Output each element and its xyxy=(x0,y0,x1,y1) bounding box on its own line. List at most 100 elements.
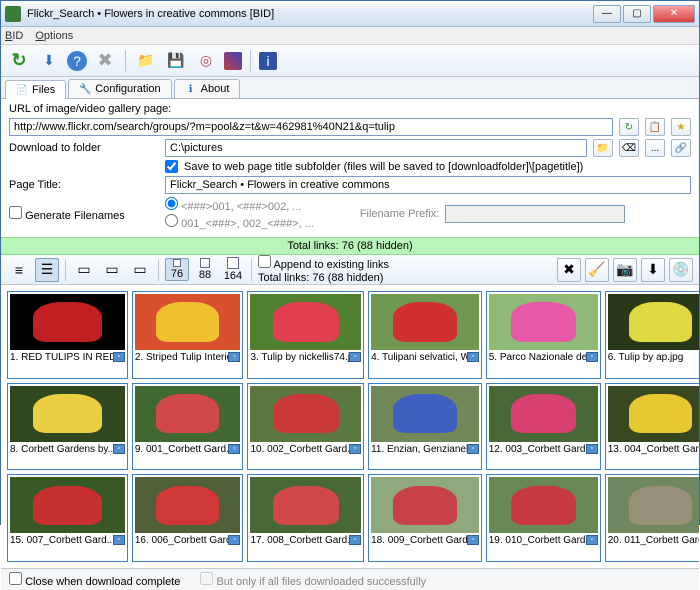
folder-button[interactable]: 📁 xyxy=(593,139,613,157)
thumbnail-caption: 4. Tulipani selvatici, W... xyxy=(371,352,479,363)
cancel-icon[interactable]: ✖ xyxy=(93,49,117,73)
go-button[interactable]: ↻ xyxy=(619,118,639,136)
clear-all-icon[interactable]: 🧹 xyxy=(585,258,609,282)
prefix-label: Filename Prefix: xyxy=(360,208,439,220)
thumbnail-item[interactable]: ▫19. 010_Corbett Gard... xyxy=(486,474,601,562)
total-links-bar: Total links: 76 (88 hidden) xyxy=(1,237,699,255)
thumbnail-caption: 16. 006_Corbett Gard... xyxy=(135,535,241,546)
type-badge-icon: ▫ xyxy=(586,535,598,545)
type-badge-icon: ▫ xyxy=(113,535,125,545)
about-icon: ℹ xyxy=(185,83,197,95)
tab-files[interactable]: 📄Files xyxy=(5,80,66,99)
generate-filenames-checkbox[interactable] xyxy=(9,206,22,219)
url-label: URL of image/video gallery page: xyxy=(9,103,171,115)
main-toolbar: ↻ ⬇ ? ✖ 📁 💾 ◎ i xyxy=(1,45,699,77)
close-when-complete-checkbox[interactable] xyxy=(9,572,22,585)
thumbnail-item[interactable]: ▫4. Tulipani selvatici, W... xyxy=(368,291,482,379)
type-badge-icon: ▫ xyxy=(467,444,479,454)
thumbnail-caption: 19. 010_Corbett Gard... xyxy=(489,535,598,546)
prefix-input[interactable] xyxy=(445,205,625,223)
thumbnail-item[interactable]: ▫20. 011_Corbett Gard... xyxy=(605,474,699,562)
thumbnail-item[interactable]: ▫3. Tulip by nickellis74.jpg xyxy=(247,291,364,379)
sort-desc-icon[interactable]: ▭ xyxy=(100,258,124,282)
type-badge-icon: ▫ xyxy=(467,535,479,545)
thumbnail-item[interactable]: ▫5. Parco Nazionale dei... xyxy=(486,291,601,379)
append-checkbox[interactable] xyxy=(258,255,271,268)
folder-icon[interactable]: 📁 xyxy=(134,49,158,73)
thumbnail-caption: 13. 004_Corbett Gard... xyxy=(608,444,699,455)
close-button[interactable]: ✕ xyxy=(653,5,695,23)
type-badge-icon: ▫ xyxy=(586,352,598,362)
clear-button[interactable]: ⌫ xyxy=(619,139,639,157)
pagetitle-label: Page Title: xyxy=(9,179,159,191)
thumbnail-item[interactable]: ▫6. Tulip by ap.jpg xyxy=(605,291,699,379)
thumbnail-item[interactable]: ▫2. Striped Tulip Interio... xyxy=(132,291,244,379)
pattern-radio-1[interactable] xyxy=(165,197,178,210)
history-button[interactable]: 📋 xyxy=(645,118,665,136)
tab-configuration[interactable]: 🔧Configuration xyxy=(68,79,171,98)
download-icon[interactable]: ⬇ xyxy=(37,49,61,73)
total-links-text: Total links: 76 (88 hidden) xyxy=(258,272,389,284)
thumbnail-item[interactable]: ▫8. Corbett Gardens by... xyxy=(7,383,128,471)
pattern-radio-2[interactable] xyxy=(165,214,178,227)
sort-none-icon[interactable]: ▭ xyxy=(128,258,152,282)
size-medium-button[interactable]: 88 xyxy=(193,258,217,281)
thumbnail-item[interactable]: ▫16. 006_Corbett Gard... xyxy=(132,474,244,562)
thumbnail-item[interactable]: ▫18. 009_Corbett Gard... xyxy=(368,474,482,562)
thumbnail-item[interactable]: ▫17. 008_Corbett Gard... xyxy=(247,474,364,562)
thumbnail-item[interactable]: ▫9. 001_Corbett Gard... xyxy=(132,383,244,471)
pagetitle-input[interactable] xyxy=(165,176,691,194)
subfolder-label: Save to web page title subfolder (files … xyxy=(184,161,583,173)
type-badge-icon: ▫ xyxy=(349,444,361,454)
thumbnail-item[interactable]: ▫15. 007_Corbett Gard... xyxy=(7,474,128,562)
delete-icon[interactable]: ✖ xyxy=(557,258,581,282)
grid-icon[interactable] xyxy=(224,52,242,70)
minimize-button[interactable]: — xyxy=(593,5,621,23)
thumbnail-gallery: ▫1. RED TULIPS IN RED...▫2. Striped Tuli… xyxy=(1,285,699,568)
thumbnail-caption: 20. 011_Corbett Gard... xyxy=(608,535,699,546)
info-icon[interactable]: i xyxy=(259,52,277,70)
url-input[interactable] xyxy=(9,118,613,136)
sort-asc-icon[interactable]: ▭ xyxy=(72,258,96,282)
thumbnail-caption: 11. Enzian, Genzianell... xyxy=(371,444,479,455)
form-panel: URL of image/video gallery page: ↻ 📋 ★ D… xyxy=(1,99,699,237)
download-folder-input[interactable] xyxy=(165,139,587,157)
view-list-icon[interactable]: ≡ xyxy=(7,258,31,282)
link-button[interactable]: 🔗 xyxy=(671,139,691,157)
tab-about[interactable]: ℹAbout xyxy=(174,79,241,98)
size-large-button[interactable]: 164 xyxy=(221,257,245,282)
size-small-button[interactable]: 76 xyxy=(165,258,189,281)
star-button[interactable]: ★ xyxy=(671,118,691,136)
type-badge-icon: ▫ xyxy=(228,352,240,362)
menu-bid[interactable]: BID xyxy=(5,30,23,42)
export-icon[interactable]: 💿 xyxy=(669,258,693,282)
browse-button[interactable]: ... xyxy=(645,139,665,157)
refresh-icon[interactable]: ↻ xyxy=(7,49,31,73)
thumbnail-caption: 18. 009_Corbett Gard... xyxy=(371,535,479,546)
subfolder-checkbox[interactable] xyxy=(165,160,178,173)
thumbnail-caption: 12. 003_Corbett Gard... xyxy=(489,444,598,455)
target-icon[interactable]: ◎ xyxy=(194,49,218,73)
type-badge-icon: ▫ xyxy=(113,444,125,454)
menubar: BID Options xyxy=(1,27,699,45)
thumbnail-caption: 17. 008_Corbett Gard... xyxy=(250,535,361,546)
thumbnail-caption: 5. Parco Nazionale dei... xyxy=(489,352,598,363)
help-icon[interactable]: ? xyxy=(67,51,87,71)
thumbnail-item[interactable]: ▫11. Enzian, Genzianell... xyxy=(368,383,482,471)
window-title: Flickr_Search • Flowers in creative comm… xyxy=(27,8,593,20)
statusbar: Close when download complete But only if… xyxy=(1,568,699,590)
save-icon[interactable]: 💾 xyxy=(164,49,188,73)
type-badge-icon: ▫ xyxy=(228,535,240,545)
thumbnail-item[interactable]: ▫13. 004_Corbett Gard... xyxy=(605,383,699,471)
thumbnail-caption: 1. RED TULIPS IN RED... xyxy=(10,352,125,363)
maximize-button[interactable]: ▢ xyxy=(623,5,651,23)
thumbnail-item[interactable]: ▫1. RED TULIPS IN RED... xyxy=(7,291,128,379)
thumbnail-item[interactable]: ▫12. 003_Corbett Gard... xyxy=(486,383,601,471)
preview-icon[interactable]: 📷 xyxy=(613,258,637,282)
thumbnail-item[interactable]: ▫10. 002_Corbett Gard... xyxy=(247,383,364,471)
thumbnail-caption: 10. 002_Corbett Gard... xyxy=(250,444,361,455)
menu-options[interactable]: Options xyxy=(35,30,73,42)
files-icon: 📄 xyxy=(16,84,28,96)
download-all-icon[interactable]: ⬇ xyxy=(641,258,665,282)
view-detail-icon[interactable]: ☰ xyxy=(35,258,59,282)
